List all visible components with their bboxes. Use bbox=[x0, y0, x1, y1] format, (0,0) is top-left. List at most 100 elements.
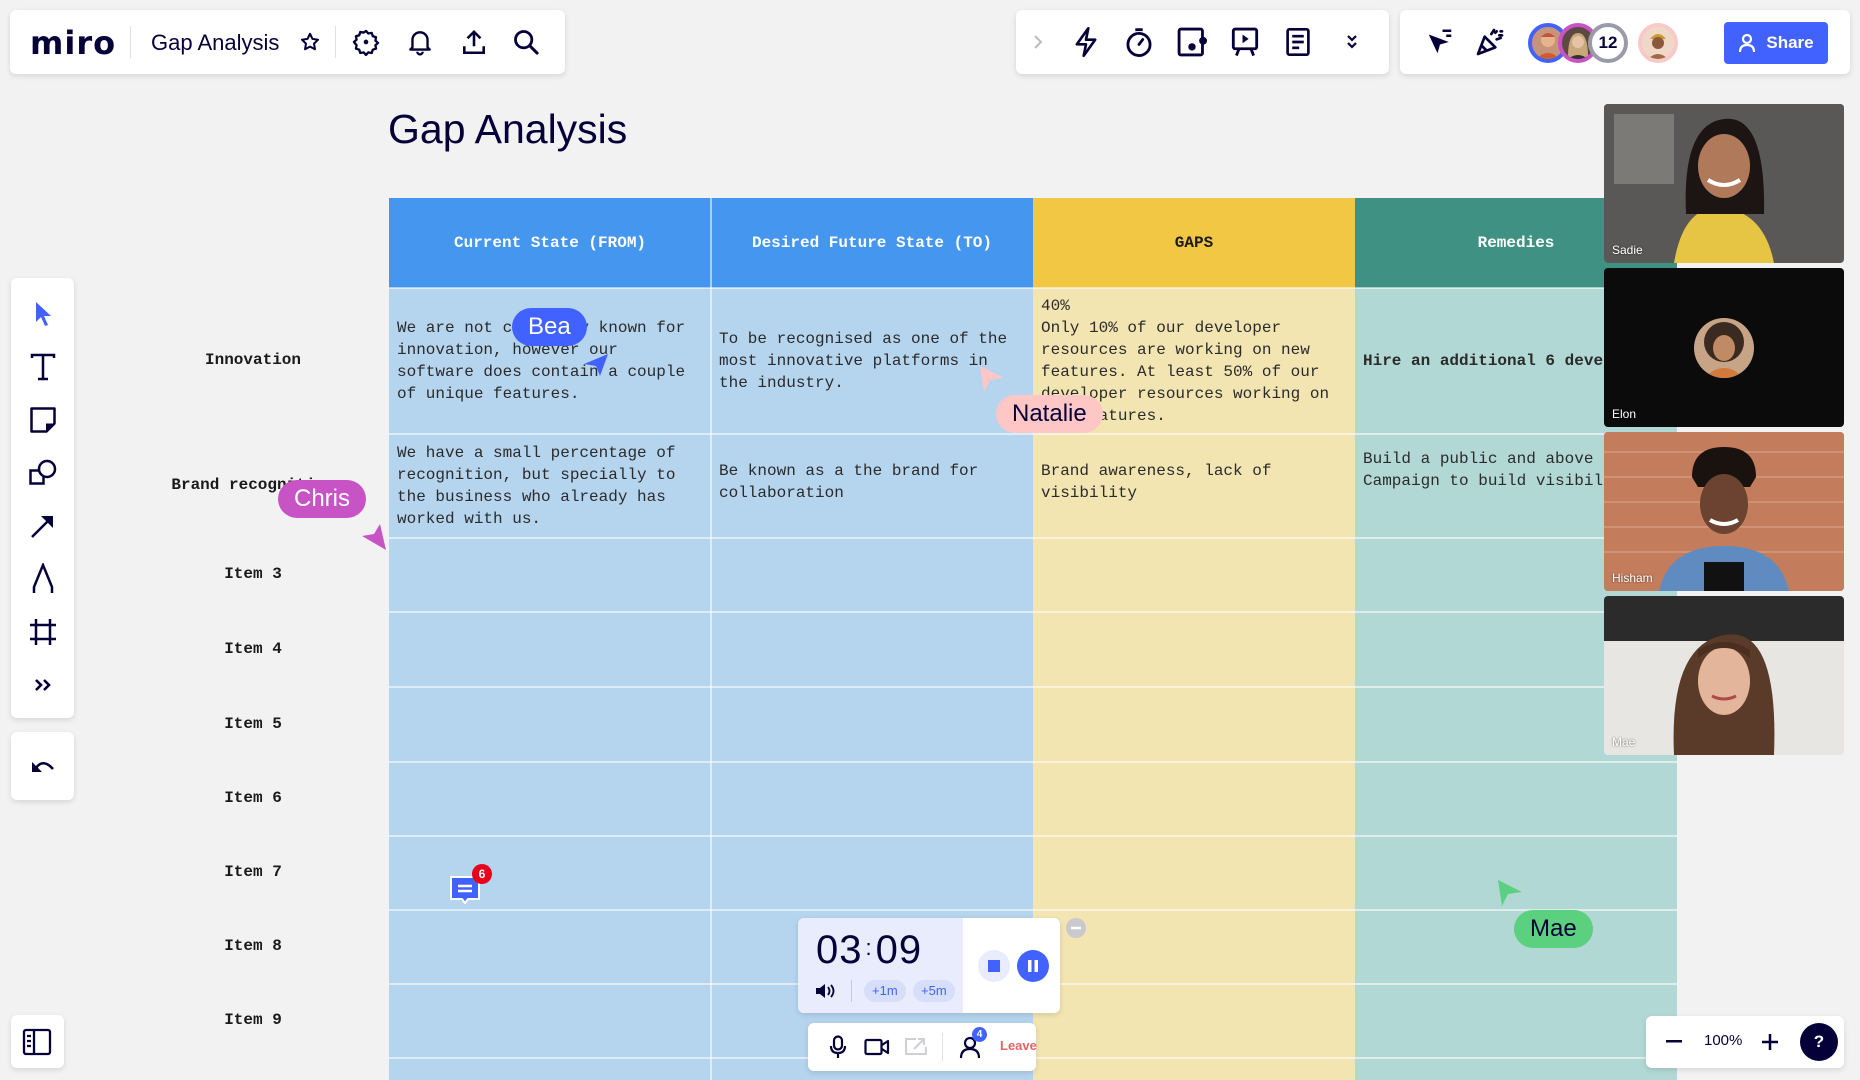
grid-line bbox=[389, 835, 1677, 837]
add-1-minute-button[interactable]: +1m bbox=[864, 980, 906, 1002]
video-name: Hisham bbox=[1612, 571, 1653, 585]
board-name[interactable]: Gap Analysis bbox=[151, 30, 279, 56]
share-button[interactable]: Share bbox=[1724, 22, 1828, 64]
cursor-label: Natalie bbox=[996, 395, 1103, 433]
cursor-arrow-icon bbox=[362, 524, 386, 550]
video-name: Mae bbox=[1612, 735, 1636, 749]
volume-icon[interactable] bbox=[814, 982, 836, 1000]
cursor-label: Mae bbox=[1514, 910, 1593, 948]
search-icon[interactable] bbox=[510, 26, 542, 58]
cell-desired-brand[interactable]: Be known as a the brand for collaboratio… bbox=[711, 434, 1033, 538]
stop-timer-button[interactable] bbox=[978, 950, 1010, 982]
collaboration-toolbar bbox=[1016, 10, 1389, 74]
notes-icon[interactable] bbox=[1280, 24, 1316, 60]
stop-icon bbox=[988, 960, 1000, 972]
pen-icon[interactable] bbox=[25, 561, 61, 597]
header-current-state[interactable]: Current State (FROM) bbox=[389, 198, 711, 288]
video-name: Elon bbox=[1612, 407, 1637, 421]
camera-icon[interactable] bbox=[862, 1033, 892, 1061]
text-icon[interactable] bbox=[25, 349, 61, 385]
row-label[interactable]: Item 3 bbox=[138, 565, 368, 583]
comment-count-badge: 6 bbox=[472, 864, 492, 884]
cell-current-brand[interactable]: We have a small percentage of recognitio… bbox=[389, 434, 711, 538]
undo-icon[interactable] bbox=[25, 748, 61, 784]
select-cursor-icon[interactable] bbox=[25, 296, 61, 332]
timer-minutes: 03 bbox=[816, 928, 863, 972]
participants-button[interactable]: 4 bbox=[956, 1027, 987, 1061]
sticky-note-icon[interactable] bbox=[25, 402, 61, 438]
header-desired-state[interactable]: Desired Future State (TO) bbox=[711, 198, 1033, 288]
divider bbox=[335, 26, 336, 58]
more-tools-icon[interactable] bbox=[25, 667, 61, 703]
video-tile[interactable]: Mae bbox=[1604, 596, 1844, 755]
undo-panel bbox=[11, 732, 74, 800]
frame-icon[interactable] bbox=[25, 614, 61, 650]
cursor-arrow-icon bbox=[1498, 880, 1522, 906]
row-label[interactable]: Item 5 bbox=[138, 715, 368, 733]
panel-toggle[interactable] bbox=[11, 1015, 64, 1068]
video-tile[interactable]: Elon bbox=[1604, 268, 1844, 427]
creation-toolbar bbox=[11, 278, 74, 718]
add-5-minutes-button[interactable]: +5m bbox=[913, 980, 955, 1002]
row-label[interactable]: Item 8 bbox=[138, 937, 368, 955]
zoom-out-button[interactable] bbox=[1662, 1030, 1686, 1054]
timer-icon[interactable] bbox=[1121, 24, 1157, 60]
zoom-in-button[interactable] bbox=[1758, 1030, 1782, 1054]
bell-icon[interactable] bbox=[404, 26, 436, 58]
row-label[interactable]: Item 7 bbox=[138, 863, 368, 881]
share-toolbar: 12 Share bbox=[1400, 10, 1850, 74]
zoom-level[interactable]: 100% bbox=[1704, 1032, 1742, 1049]
pause-timer-button[interactable] bbox=[1017, 950, 1049, 982]
sidebar-panel-icon bbox=[21, 1027, 53, 1057]
double-chevron-down-icon[interactable] bbox=[1338, 28, 1366, 56]
lightning-icon[interactable] bbox=[1068, 24, 1104, 60]
grid-line bbox=[389, 909, 1677, 911]
timer-seconds: 09 bbox=[875, 928, 923, 972]
row-label[interactable]: Item 9 bbox=[138, 1011, 368, 1029]
my-avatar[interactable] bbox=[1638, 23, 1678, 63]
user-icon bbox=[1739, 33, 1756, 53]
celebrate-icon[interactable] bbox=[1472, 24, 1508, 60]
cell-desired-innovation[interactable]: To be recognised as one of the most inno… bbox=[711, 288, 1033, 434]
comment-bubble[interactable]: 6 bbox=[448, 864, 492, 906]
presentation-icon[interactable] bbox=[1227, 24, 1263, 60]
timer-separator: : bbox=[865, 935, 873, 960]
divider bbox=[851, 980, 852, 1002]
header-gaps[interactable]: GAPS bbox=[1033, 198, 1355, 288]
row-label[interactable]: Item 4 bbox=[138, 640, 368, 658]
minus-icon bbox=[1666, 1040, 1682, 1043]
card-icon[interactable] bbox=[1174, 24, 1210, 60]
cursor-arrow-icon bbox=[980, 366, 1004, 392]
cursor-arrow-icon bbox=[584, 354, 608, 376]
row-label[interactable]: Item 6 bbox=[138, 789, 368, 807]
timer-widget: 03:09 +1m +5m bbox=[798, 918, 1060, 1013]
chevron-right-icon[interactable] bbox=[1030, 30, 1046, 54]
miro-logo[interactable]: miro bbox=[30, 24, 116, 62]
screen-share-icon[interactable] bbox=[902, 1033, 930, 1061]
help-button[interactable]: ? bbox=[1800, 1023, 1838, 1061]
collaborator-count[interactable]: 12 bbox=[1588, 23, 1628, 63]
microphone-icon[interactable] bbox=[824, 1033, 852, 1061]
board-toolbar: miro Gap Analysis bbox=[10, 10, 565, 74]
divider bbox=[130, 26, 131, 58]
cursor-filter-icon[interactable] bbox=[1422, 24, 1458, 60]
pause-icon bbox=[1028, 960, 1038, 972]
minimize-timer-button[interactable] bbox=[1066, 918, 1086, 938]
timer-time: 03:09 bbox=[816, 928, 922, 973]
grid-line bbox=[389, 761, 1677, 763]
shapes-icon[interactable] bbox=[25, 455, 61, 491]
video-tile[interactable]: Hisham bbox=[1604, 432, 1844, 591]
divider bbox=[942, 1033, 943, 1061]
star-icon[interactable] bbox=[296, 28, 324, 56]
gear-icon[interactable] bbox=[350, 26, 382, 58]
video-tile[interactable]: Sadie bbox=[1604, 104, 1844, 263]
leave-call-button[interactable]: Leave bbox=[1000, 1038, 1037, 1053]
row-label[interactable]: Innovation bbox=[138, 351, 368, 369]
plus-icon bbox=[1762, 1034, 1778, 1050]
timer-display: 03:09 +1m +5m bbox=[798, 918, 963, 1013]
upload-icon[interactable] bbox=[458, 26, 490, 58]
video-name: Sadie bbox=[1612, 243, 1643, 257]
cell-gaps-brand[interactable]: Brand awareness, lack of visibility bbox=[1033, 434, 1355, 538]
grid-line bbox=[389, 611, 1677, 613]
arrow-line-icon[interactable] bbox=[25, 508, 61, 544]
